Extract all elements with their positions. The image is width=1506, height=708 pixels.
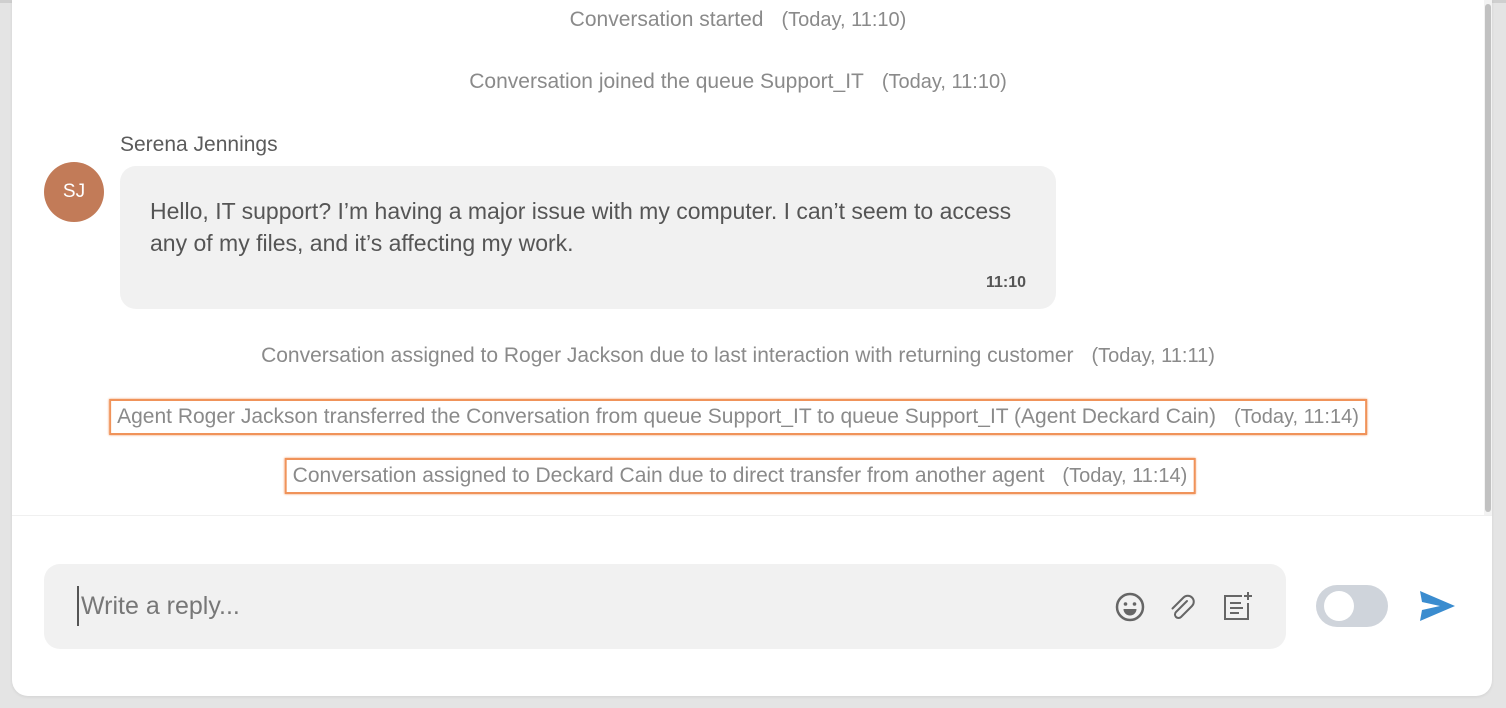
event-time: (Today, 11:11) — [1091, 345, 1215, 367]
event-text: Conversation started — [569, 8, 764, 31]
event-time: (Today, 11:10) — [781, 9, 907, 31]
sender-name: Serena Jennings — [120, 133, 278, 156]
event-time: (Today, 11:10) — [881, 71, 1007, 93]
message-bubble: Hello, IT support? I’m having a major is… — [120, 166, 1056, 309]
event-text: Conversation joined the queue Support_IT — [469, 70, 864, 93]
reply-box — [44, 564, 1286, 649]
paperclip-icon[interactable] — [1165, 590, 1199, 624]
event-text: Conversation assigned to Roger Jackson d… — [261, 344, 1074, 367]
emoji-icon[interactable] — [1113, 590, 1147, 624]
toggle-knob — [1324, 591, 1354, 621]
event-text: Agent Roger Jackson transferred the Conv… — [117, 405, 1216, 428]
send-icon[interactable] — [1418, 590, 1456, 622]
toggle-switch[interactable] — [1316, 585, 1388, 627]
event-assigned-roger: Conversation assigned to Roger Jackson d… — [261, 344, 1215, 368]
scrollbar-thumb[interactable] — [1485, 4, 1491, 512]
composer-divider — [12, 515, 1492, 516]
event-time: (Today, 11:14) — [1062, 465, 1188, 487]
event-conversation-started: Conversation started (Today, 11:10) — [570, 8, 907, 32]
event-time: (Today, 11:14) — [1233, 406, 1359, 428]
event-assigned-deckard-highlighted: Conversation assigned to Deckard Cain du… — [284, 458, 1196, 494]
event-transferred-highlighted: Agent Roger Jackson transferred the Conv… — [109, 399, 1367, 435]
message-time: 11:10 — [985, 274, 1026, 291]
message-text: Hello, IT support? I’m having a major is… — [150, 198, 1012, 256]
event-joined-queue: Conversation joined the queue Support_IT… — [469, 70, 1007, 94]
event-text: Conversation assigned to Deckard Cain du… — [292, 464, 1045, 487]
avatar: SJ — [44, 162, 104, 222]
reply-input[interactable] — [77, 586, 1077, 626]
note-add-icon[interactable] — [1220, 590, 1254, 624]
